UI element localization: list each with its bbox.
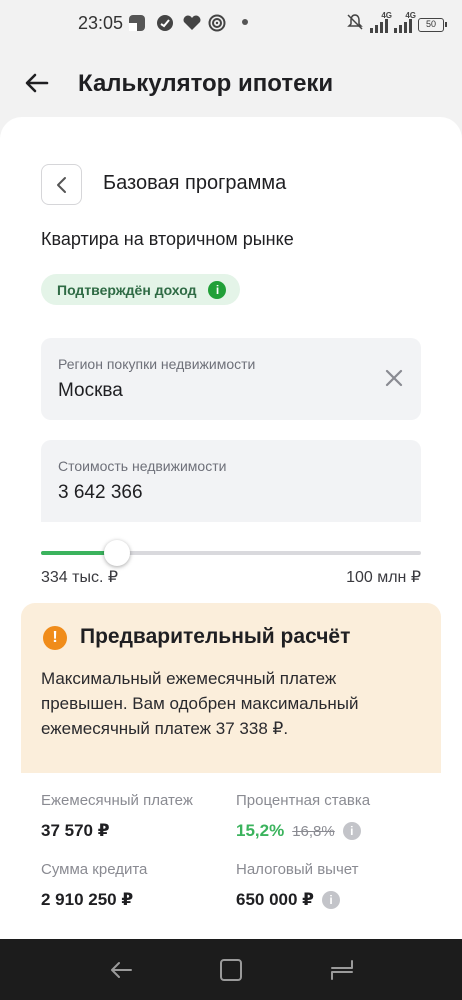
interest-rate-old: 16,8% <box>292 822 335 840</box>
nav-home-icon[interactable] <box>217 956 245 984</box>
cost-value[interactable]: 3 642 366 <box>58 482 143 504</box>
notification-dot-icon <box>242 19 248 25</box>
signal-icon-2: 4G <box>394 11 416 33</box>
nav-recents-icon[interactable] <box>328 956 356 984</box>
notice-title: Предварительный расчёт <box>80 625 351 648</box>
clear-icon[interactable] <box>383 367 405 389</box>
warning-icon: ! <box>43 626 67 650</box>
region-label: Регион покупки недвижимости <box>58 356 256 372</box>
interest-rate-label: Процентная ставка <box>236 792 371 809</box>
info-icon[interactable]: i <box>208 280 227 299</box>
mute-icon <box>346 13 364 36</box>
interest-rate-value: 15,2% <box>236 821 285 840</box>
status-time: 23:05 <box>78 13 124 33</box>
info-icon[interactable]: i <box>322 891 341 909</box>
heart-icon <box>181 14 203 32</box>
property-type-subtitle: Квартира на вторичном рынке <box>41 229 294 249</box>
loan-amount-value: 2 910 250 ₽ <box>41 890 134 909</box>
slider-thumb[interactable] <box>103 540 130 566</box>
region-field[interactable]: Регион покупки недвижимости Москва <box>41 338 421 420</box>
signal-icon: 4G <box>370 11 392 33</box>
system-navigation-bar <box>0 939 462 1000</box>
cost-slider[interactable] <box>41 539 421 567</box>
income-confirmed-chip[interactable]: Подтверждён доход i <box>41 274 241 305</box>
monthly-payment-result: Ежемесячный платеж 37 570 ₽ <box>41 792 193 841</box>
tax-deduction-label: Налоговый вычет <box>236 861 359 878</box>
notice-text: Максимальный ежемесячный платеж превышен… <box>41 669 359 738</box>
back-arrow-icon[interactable] <box>22 68 52 98</box>
tax-deduction-result: Налоговый вычет 650 000 ₽ i <box>236 861 359 910</box>
status-right: 4G 4G 50 <box>346 11 447 36</box>
monthly-payment-value: 37 570 ₽ <box>41 821 110 840</box>
program-back-button[interactable] <box>41 164 82 205</box>
sber-icon <box>156 14 174 32</box>
chevron-left-icon <box>56 176 66 193</box>
tax-deduction-value: 650 000 ₽ <box>236 890 315 909</box>
app-icon <box>128 14 146 32</box>
loan-amount-label: Сумма кредита <box>41 861 148 878</box>
battery-icon: 50 <box>418 17 447 32</box>
interest-rate-result: Процентная ставка 15,2% 16,8% i <box>236 792 370 841</box>
cost-label: Стоимость недвижимости <box>58 458 227 474</box>
calculator-sheet: Базовая программа Квартира на вторичном … <box>0 117 462 939</box>
cost-min-label: 334 тыс. ₽ <box>41 569 119 586</box>
program-title: Базовая программа <box>103 172 287 194</box>
spiral-icon <box>208 14 226 32</box>
cost-max-label: 100 млн ₽ <box>346 569 421 586</box>
region-value[interactable]: Москва <box>58 380 123 402</box>
loan-amount-result: Сумма кредита 2 910 250 ₽ <box>41 861 147 910</box>
nav-back-icon[interactable] <box>107 956 135 984</box>
chip-label: Подтверждён доход <box>57 281 197 298</box>
status-bar: 23:05 4G 4G 50 <box>0 0 462 48</box>
preliminary-calculation-notice: ! Предварительный расчёт Максимальный еж… <box>21 603 441 773</box>
monthly-payment-label: Ежемесячный платеж <box>41 792 193 809</box>
page-title: Калькулятор ипотеки <box>78 70 334 97</box>
info-icon[interactable]: i <box>342 822 361 840</box>
property-cost-field[interactable]: Стоимость недвижимости 3 642 366 <box>41 440 421 522</box>
app-bar: Калькулятор ипотеки <box>0 56 462 112</box>
